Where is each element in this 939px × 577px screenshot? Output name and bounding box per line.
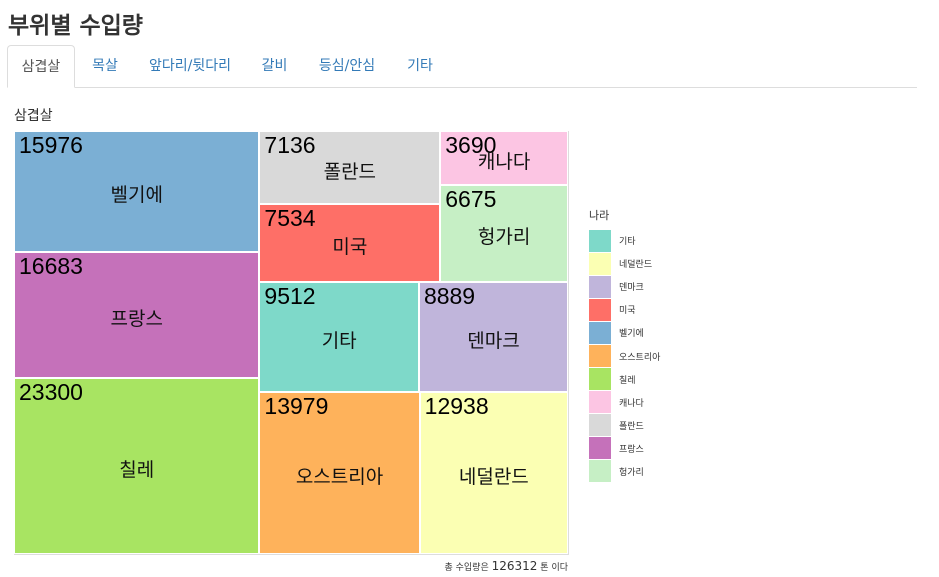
cell-name-label: 기타 [321, 329, 357, 352]
cell-name-label: 헝가리 [477, 226, 531, 249]
legend-label: 오스트리아 [619, 352, 661, 363]
treemap-cell: 13979 오스트리아 [259, 392, 420, 554]
cell-value-label: 23300 [19, 378, 83, 405]
footnote-prefix: 총 수입량은 [444, 563, 489, 573]
legend-label: 기타 [619, 237, 636, 248]
legend-label: 헝가리 [619, 467, 644, 478]
legend-item: 칠레 [589, 368, 660, 391]
cell-value-label: 12938 [424, 393, 489, 420]
treemap-cell: 9512 기타 [259, 281, 419, 393]
legend-swatch [589, 229, 611, 252]
treemap-cell: 23300 칠레 [14, 377, 260, 554]
cell-value-label: 13979 [264, 393, 329, 420]
treemap-cell: 7136 폴란드 [259, 131, 441, 205]
cell-value-label: 8889 [423, 282, 476, 309]
legend-swatch [589, 414, 611, 437]
cell-name-label: 벨기에 [110, 184, 163, 207]
legend-title: 나라 [589, 209, 610, 222]
cell-value-label: 15976 [19, 132, 83, 158]
tab-deungsim-ansim[interactable]: 등심/안심 [307, 45, 387, 87]
legend-swatch [589, 275, 611, 298]
legend-label: 폴란드 [619, 421, 644, 432]
treemap-cell: 6675 헝가리 [440, 184, 568, 282]
cell-value-label: 16683 [19, 252, 83, 279]
legend-item: 네덜란드 [589, 252, 660, 275]
cell-name-label: 프랑스 [110, 307, 163, 330]
cell-name-label: 네덜란드 [458, 466, 529, 489]
legend-label: 칠레 [619, 375, 636, 386]
legend-label: 프랑스 [619, 444, 644, 455]
cell-name-label: 오스트리아 [295, 466, 384, 489]
legend-swatch [589, 368, 611, 391]
legend-label: 캐나다 [619, 398, 644, 409]
treemap-cell: 16683 프랑스 [14, 251, 260, 378]
legend-swatch [589, 437, 611, 460]
legend-items: 기타네덜란드덴마크미국벨기에오스트리아칠레캐나다폴란드프랑스헝가리 [589, 229, 660, 483]
legend-item: 오스트리아 [589, 344, 661, 368]
cell-value-label: 9512 [264, 282, 316, 309]
legend-item: 기타 [589, 229, 660, 252]
legend-swatch [589, 460, 611, 483]
footnote-total: 126312 [491, 559, 538, 573]
legend-label: 미국 [619, 306, 636, 317]
legend-item: 폴란드 [589, 414, 660, 437]
page-title: 부위별 수입량 [8, 13, 143, 39]
legend-label: 네덜란드 [619, 260, 653, 271]
total-footnote: 총 수입량은 126312 톤 이다 [380, 559, 568, 573]
legend-swatch [589, 298, 611, 321]
cell-value-label: 6675 [445, 185, 497, 212]
tab-gita[interactable]: 기타 [391, 45, 449, 87]
tab-apdari-dwitdari[interactable]: 앞다리/뒷다리 [137, 45, 243, 87]
footnote-suffix: 톤 이다 [540, 563, 568, 573]
tab-samgyeopsal[interactable]: 삼겹살 [7, 45, 75, 88]
cell-value-label: 7136 [264, 132, 316, 158]
legend-swatch [589, 252, 611, 275]
legend-swatch [589, 391, 611, 414]
legend-label: 벨기에 [619, 329, 644, 340]
section-title: 삼겹살 [14, 108, 53, 124]
treemap-chart: 15976 벨기에 16683 프랑스 23300 칠레 13979 오스트리아 12938 네덜… [14, 131, 569, 555]
legend-item: 헝가리 [589, 460, 660, 483]
cell-name-label: 캐나다 [477, 150, 531, 173]
cell-name-label: 덴마크 [467, 329, 520, 352]
legend: 나라 기타네덜란드덴마크미국벨기에오스트리아칠레캐나다폴란드프랑스헝가리 [589, 207, 660, 483]
treemap-cell: 3690 캐나다 [440, 131, 568, 185]
legend-swatch [589, 345, 611, 368]
treemap-cell: 15976 벨기에 [14, 131, 260, 252]
legend-item: 미국 [589, 298, 660, 321]
cell-name-label: 미국 [332, 235, 368, 258]
treemap-cell: 8889 덴마크 [418, 281, 568, 393]
treemap-cell: 12938 네덜란드 [419, 392, 568, 554]
legend-item: 벨기에 [589, 321, 660, 344]
legend-item: 캐나다 [589, 391, 660, 414]
legend-label: 덴마크 [619, 283, 644, 294]
treemap-cell: 7534 미국 [259, 204, 441, 282]
legend-item: 덴마크 [589, 275, 660, 298]
tab-moksal[interactable]: 목살 [77, 45, 133, 87]
cell-value-label: 7534 [264, 205, 316, 232]
cell-name-label: 폴란드 [323, 160, 377, 183]
legend-item: 프랑스 [589, 437, 660, 460]
tab-bar: 삼겹살 목살 앞다리/뒷다리 갈비 등심/안심 기타 [7, 45, 917, 88]
cell-name-label: 칠레 [119, 458, 155, 481]
legend-swatch [589, 321, 611, 344]
tab-galbi[interactable]: 갈비 [247, 45, 302, 87]
